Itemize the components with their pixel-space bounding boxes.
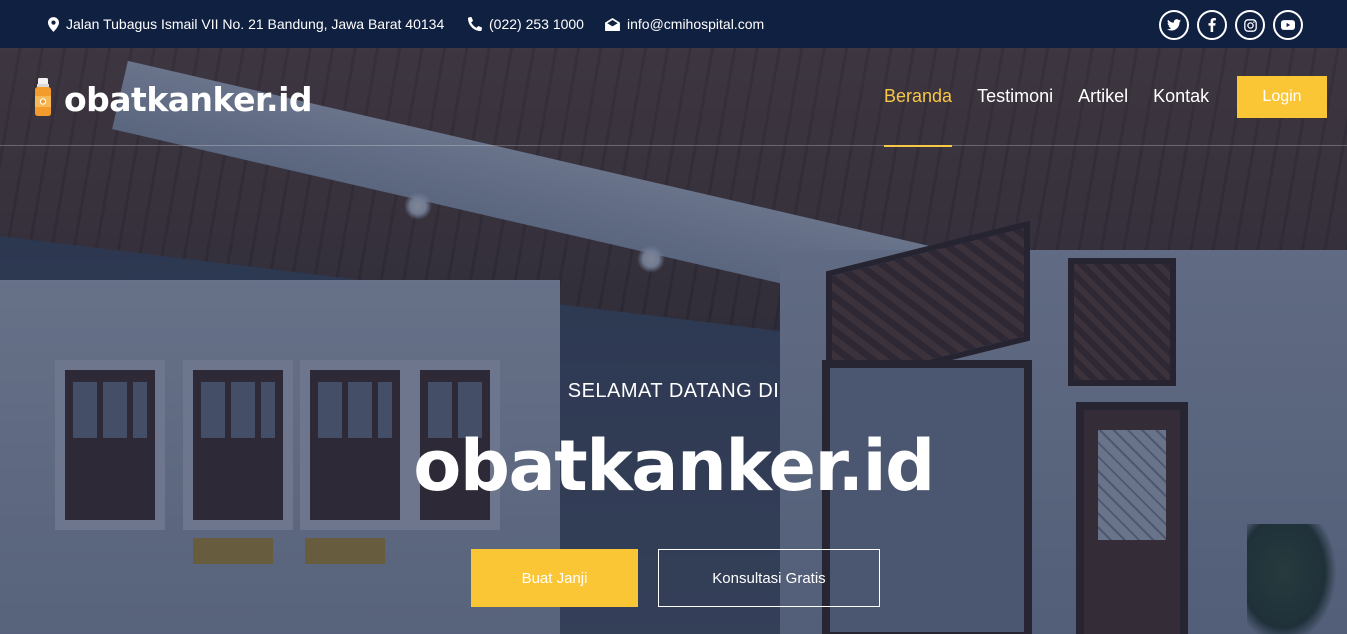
hero-welcome-text: SELAMAT DATANG DI <box>567 380 780 402</box>
youtube-icon[interactable] <box>1273 10 1303 40</box>
main-navbar: obatkanker.id Beranda Testimoni Artikel … <box>0 48 1347 147</box>
nav-item-beranda[interactable]: Beranda <box>884 48 953 147</box>
medicine-bottle-icon <box>32 78 54 120</box>
email-info[interactable]: info@cmihospital.com <box>605 16 764 32</box>
nav-menu: Beranda Testimoni Artikel Kontak <box>884 48 1234 147</box>
facebook-icon[interactable] <box>1197 10 1227 40</box>
phone-info[interactable]: (022) 253 1000 <box>468 16 584 32</box>
map-marker-icon <box>48 16 59 32</box>
nav-item-kontak[interactable]: Kontak <box>1153 48 1209 146</box>
make-appointment-button[interactable]: Buat Janji <box>471 549 638 607</box>
brand-name: obatkanker.id <box>64 79 313 119</box>
nav-item-testimoni[interactable]: Testimoni <box>977 48 1053 146</box>
hero-content: SELAMAT DATANG DI obatkanker.id <box>0 380 1347 501</box>
hero-title: obatkanker.id <box>413 425 935 507</box>
instagram-icon[interactable] <box>1235 10 1265 40</box>
login-button[interactable]: Login <box>1237 76 1327 118</box>
social-links <box>1159 10 1303 40</box>
twitter-icon[interactable] <box>1159 10 1189 40</box>
top-info-bar: Jalan Tubagus Ismail VII No. 21 Bandung,… <box>0 0 1347 48</box>
email-text: info@cmihospital.com <box>627 16 765 32</box>
address-info: Jalan Tubagus Ismail VII No. 21 Bandung,… <box>48 16 444 32</box>
phone-text: (022) 253 1000 <box>489 16 584 32</box>
address-text: Jalan Tubagus Ismail VII No. 21 Bandung,… <box>66 16 445 32</box>
brand-logo[interactable]: obatkanker.id <box>32 78 313 120</box>
nav-item-artikel[interactable]: Artikel <box>1078 48 1128 146</box>
phone-icon <box>468 17 482 31</box>
free-consultation-button[interactable]: Konsultasi Gratis <box>658 549 880 607</box>
envelope-icon <box>605 17 620 31</box>
